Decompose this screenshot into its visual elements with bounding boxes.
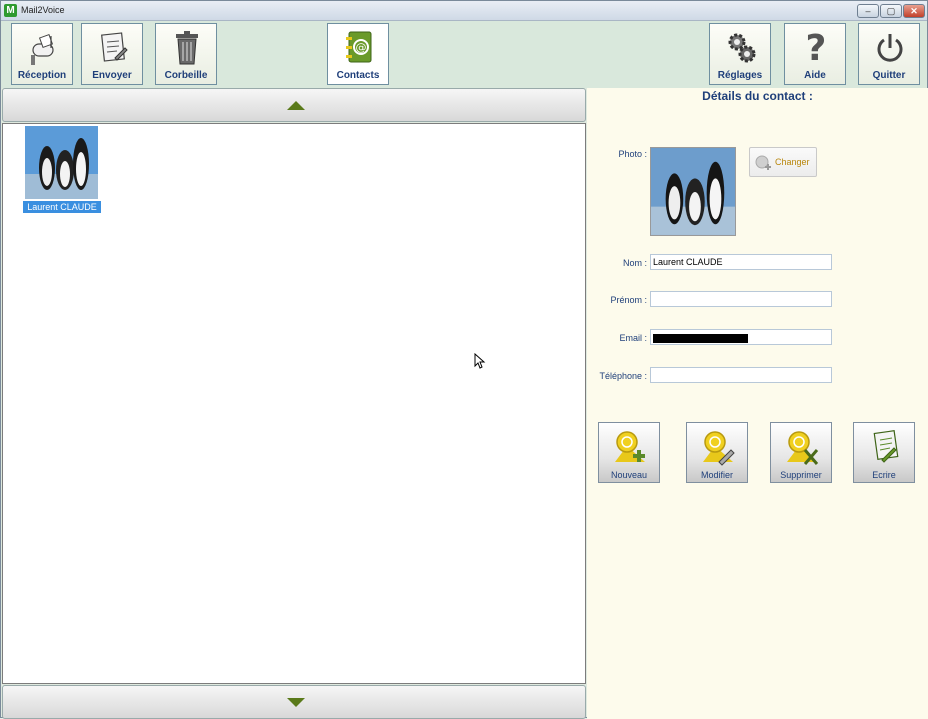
aide-button[interactable]: ? Aide <box>784 23 846 85</box>
prenom-field[interactable] <box>650 291 832 307</box>
reglages-label: Réglages <box>717 70 763 81</box>
prenom-label: Prénom : <box>610 295 647 305</box>
email-field[interactable] <box>650 329 832 345</box>
delete-contact-label: Supprimer <box>780 470 822 480</box>
gears-icon <box>728 33 756 63</box>
envoyer-button[interactable]: Envoyer <box>81 23 143 85</box>
reglages-button[interactable]: Réglages <box>709 23 771 85</box>
contact-list[interactable]: Laurent CLAUDE <box>2 123 586 684</box>
arrow-down-icon <box>287 698 305 707</box>
telephone-field[interactable] <box>650 367 832 383</box>
power-icon <box>877 34 903 62</box>
mouse-cursor-icon <box>474 353 486 369</box>
contact-details-pane: Détails du contact : Photo : Changer Nom… <box>587 88 928 719</box>
nom-field[interactable]: Laurent CLAUDE <box>650 254 832 270</box>
contact-photo <box>650 147 736 236</box>
details-title: Détails du contact : <box>702 89 813 103</box>
edit-contact-label: Modifier <box>700 470 733 480</box>
add-photo-icon <box>755 155 771 170</box>
close-window-button[interactable]: ✕ <box>903 4 925 18</box>
maximize-button[interactable]: ▢ <box>880 4 902 18</box>
reception-label: Réception <box>17 70 67 81</box>
contact-list-pane: Laurent CLAUDE <box>1 88 587 719</box>
contact-add-icon <box>615 431 645 462</box>
mailbox-icon <box>31 33 54 65</box>
corbeille-button[interactable]: Corbeille <box>155 23 217 85</box>
contact-delete-icon <box>787 431 819 465</box>
delete-contact-button[interactable]: Supprimer <box>770 422 832 483</box>
contact-edit-icon <box>703 431 735 466</box>
quitter-label: Quitter <box>872 70 906 81</box>
contacts-button[interactable]: @ Contacts <box>327 23 389 85</box>
contacts-label: Contacts <box>336 70 380 81</box>
corbeille-label: Corbeille <box>164 70 208 81</box>
trash-icon <box>176 31 198 65</box>
arrow-up-icon <box>287 101 305 110</box>
main-toolbar: Réception Envoyer Corbeille @ Contacts R… <box>1 21 927 88</box>
address-book-icon: @ <box>346 31 372 63</box>
question-mark-icon: ? <box>806 28 827 66</box>
write-to-contact-button[interactable]: Ecrire <box>853 422 915 483</box>
scroll-up-button[interactable] <box>2 88 586 122</box>
scroll-down-button[interactable] <box>2 685 586 719</box>
title-bar[interactable]: M Mail2Voice – ▢ ✕ <box>1 1 927 21</box>
minimize-button[interactable]: – <box>857 4 879 18</box>
photo-label: Photo : <box>618 149 647 159</box>
write-to-contact-label: Ecrire <box>872 470 896 480</box>
change-photo-label: Changer <box>775 157 810 167</box>
contact-photo-thumbnail <box>25 126 98 199</box>
app-logo-icon: M <box>4 4 17 17</box>
reception-button[interactable]: Réception <box>11 23 73 85</box>
aide-label: Aide <box>804 70 826 81</box>
svg-text:@: @ <box>356 41 367 54</box>
svg-text:?: ? <box>806 28 827 66</box>
email-label: Email : <box>619 333 647 343</box>
contact-name: Laurent CLAUDE <box>23 201 101 213</box>
quitter-button[interactable]: Quitter <box>858 23 920 85</box>
app-window: M Mail2Voice – ▢ ✕ Réception Envoyer Cor… <box>0 0 928 719</box>
nom-label: Nom : <box>622 258 647 268</box>
envoyer-label: Envoyer <box>92 70 132 81</box>
new-contact-label: Nouveau <box>610 470 648 480</box>
write-letter-icon <box>873 430 899 463</box>
change-photo-button[interactable]: Changer <box>749 147 817 177</box>
write-letter-icon <box>101 32 128 62</box>
edit-contact-button[interactable]: Modifier <box>686 422 748 483</box>
telephone-label: Téléphone : <box>599 371 647 381</box>
window-title: Mail2Voice <box>21 5 65 15</box>
new-contact-button[interactable]: Nouveau <box>598 422 660 483</box>
email-redaction <box>653 334 748 343</box>
